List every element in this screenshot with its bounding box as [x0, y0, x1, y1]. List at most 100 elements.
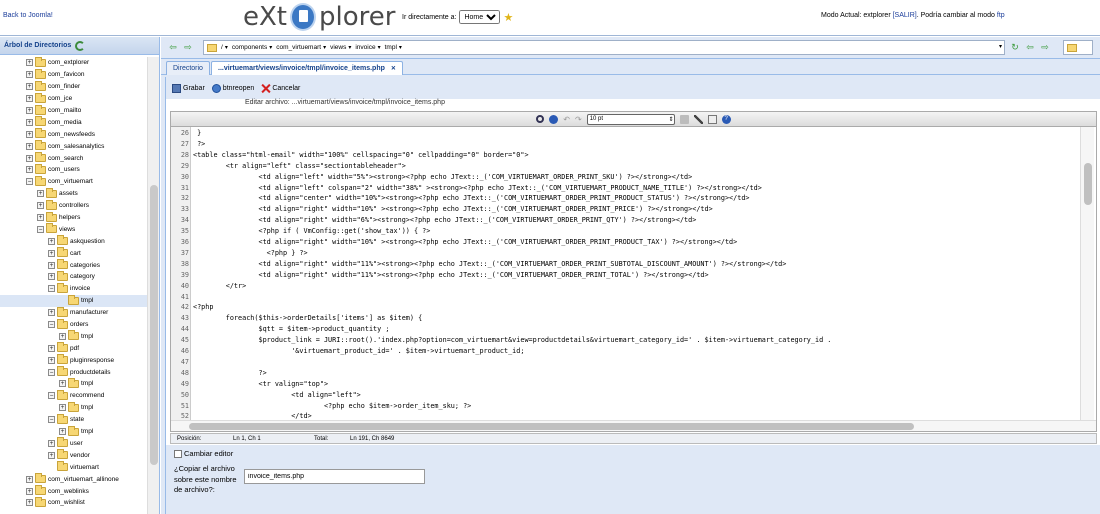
- goto-select[interactable]: Home: [459, 10, 501, 24]
- tree-item[interactable]: − state: [0, 413, 147, 426]
- tree-item[interactable]: − com_virtuemart: [0, 175, 147, 188]
- tree-item[interactable]: + pdf: [0, 342, 147, 354]
- collapse-icon[interactable]: −: [48, 285, 55, 293]
- expand-icon[interactable]: +: [26, 130, 33, 138]
- tree-item[interactable]: + com_media: [0, 116, 147, 128]
- tree-item[interactable]: + helpers: [0, 211, 147, 224]
- expand-icon[interactable]: +: [48, 439, 55, 447]
- tree-item[interactable]: + com_jce: [0, 92, 147, 105]
- collapse-icon[interactable]: −: [48, 416, 55, 424]
- reload-icon[interactable]: ↻: [1009, 42, 1021, 52]
- expand-icon[interactable]: +: [26, 475, 33, 483]
- tree-scroll-thumb[interactable]: [150, 185, 158, 465]
- tree-item[interactable]: + com_favicon: [0, 68, 147, 81]
- edit-pen-icon[interactable]: [693, 114, 703, 124]
- expand-icon[interactable]: +: [26, 499, 33, 507]
- collapse-icon[interactable]: −: [26, 178, 33, 186]
- expand-icon[interactable]: +: [26, 59, 33, 67]
- collapse-icon[interactable]: −: [48, 368, 55, 376]
- tree-item[interactable]: + tmpl: [0, 330, 147, 342]
- tree-item[interactable]: + categories: [0, 259, 147, 271]
- code-hscroll-thumb[interactable]: [189, 423, 914, 430]
- expand-icon[interactable]: +: [48, 344, 55, 352]
- collapse-icon[interactable]: −: [37, 225, 44, 233]
- expand-icon[interactable]: +: [48, 249, 55, 257]
- cancel-button[interactable]: Cancelar: [259, 83, 302, 94]
- tree-item[interactable]: + askquestion: [0, 235, 147, 247]
- tree-item[interactable]: + com_extplorer: [0, 57, 147, 69]
- tree-item[interactable]: + com_salesanalytics: [0, 140, 147, 152]
- expand-icon[interactable]: +: [26, 166, 33, 174]
- tree-item[interactable]: + com_newsfeeds: [0, 128, 147, 140]
- tree-item[interactable]: + manufacturer: [0, 306, 147, 319]
- expand-icon[interactable]: +: [26, 107, 33, 114]
- forward-arrow-icon[interactable]: ⇨: [182, 42, 194, 52]
- expand-icon[interactable]: +: [59, 404, 66, 412]
- expand-icon[interactable]: +: [48, 273, 55, 281]
- chevron-down-icon[interactable]: ▾: [378, 44, 381, 51]
- expand-icon[interactable]: +: [26, 95, 33, 103]
- tree-item[interactable]: + assets: [0, 187, 147, 200]
- goto-line-icon[interactable]: [549, 114, 559, 124]
- code-vertical-scrollbar[interactable]: [1080, 127, 1094, 420]
- tree-item[interactable]: + com_wishlist: [0, 496, 147, 509]
- tree-item[interactable]: + com_users: [0, 163, 147, 176]
- collapse-icon[interactable]: −: [48, 321, 55, 329]
- expand-icon[interactable]: +: [26, 154, 33, 162]
- tree-item[interactable]: + com_virtuemart_allinone: [0, 473, 147, 485]
- tree-item[interactable]: + com_weblinks: [0, 485, 147, 497]
- path-segment[interactable]: / ▾: [221, 44, 228, 51]
- chevron-down-icon[interactable]: ▾: [348, 44, 351, 51]
- tree-item[interactable]: + category: [0, 270, 147, 283]
- tree-item[interactable]: + pluginresponse: [0, 354, 147, 366]
- tree-item[interactable]: virtuemart: [0, 461, 147, 473]
- tree-item[interactable]: − views: [0, 223, 147, 235]
- save-button[interactable]: Grabar: [170, 83, 207, 94]
- tree-item[interactable]: + com_finder: [0, 80, 147, 93]
- back-arrow-icon[interactable]: ⇦: [1024, 42, 1036, 52]
- reset-icon[interactable]: [707, 114, 717, 124]
- tree-item[interactable]: − productdetails: [0, 366, 147, 378]
- expand-icon[interactable]: +: [48, 451, 55, 459]
- redo-icon[interactable]: ↷: [575, 115, 582, 124]
- code-textarea[interactable]: 26 } 27 ?> 28 <table class="html-email" wid…: [171, 127, 1096, 420]
- tab-invoice-items[interactable]: ...virtuemart/views/invoice/tmpl/invoice…: [211, 61, 403, 75]
- highlight-toggle-icon[interactable]: [679, 114, 689, 124]
- chevron-down-icon[interactable]: ▾: [399, 44, 402, 51]
- tree-item[interactable]: + tmpl: [0, 425, 147, 438]
- tree-item[interactable]: tmpl: [0, 294, 147, 307]
- expand-icon[interactable]: +: [48, 237, 55, 245]
- path-segment[interactable]: tmpl ▾: [385, 44, 402, 51]
- tree-item[interactable]: − recommend: [0, 389, 147, 402]
- expand-icon[interactable]: +: [26, 118, 33, 126]
- expand-icon[interactable]: +: [26, 71, 33, 79]
- tree-scrollbar[interactable]: [147, 57, 159, 514]
- close-tab-icon[interactable]: ✕: [391, 65, 396, 72]
- expand-icon[interactable]: +: [48, 261, 55, 269]
- undo-icon[interactable]: ↶: [563, 115, 570, 124]
- tree-item[interactable]: + user: [0, 437, 147, 450]
- change-editor-checkbox[interactable]: [174, 449, 182, 458]
- refresh-tree-icon[interactable]: [75, 40, 86, 51]
- tab-directory[interactable]: Directorio: [166, 61, 210, 75]
- bookmark-star-icon[interactable]: ★: [503, 11, 513, 24]
- chevron-down-icon[interactable]: ▾: [225, 44, 228, 51]
- ftp-mode-link[interactable]: ftp: [997, 12, 1005, 19]
- expand-icon[interactable]: +: [48, 309, 55, 317]
- path-segment[interactable]: invoice ▾: [355, 44, 380, 51]
- logout-link[interactable]: [SALIR]: [893, 12, 917, 19]
- expand-icon[interactable]: +: [48, 356, 55, 364]
- tree-item[interactable]: − invoice: [0, 282, 147, 295]
- expand-icon[interactable]: +: [37, 214, 44, 222]
- chevron-down-icon[interactable]: ▾: [269, 44, 272, 51]
- font-size-select[interactable]: 10 pt ⇕: [586, 113, 675, 125]
- path-dropdown-icon[interactable]: ▾: [999, 43, 1002, 50]
- expand-icon[interactable]: +: [37, 202, 44, 210]
- forward-arrow-icon[interactable]: ⇨: [1039, 42, 1051, 52]
- path-segment[interactable]: components ▾: [232, 44, 272, 51]
- tree-item[interactable]: + controllers: [0, 199, 147, 212]
- code-vscroll-thumb[interactable]: [1084, 163, 1092, 205]
- expand-icon[interactable]: +: [37, 190, 44, 198]
- path-segment[interactable]: views ▾: [330, 44, 351, 51]
- tree-item[interactable]: + cart: [0, 247, 147, 259]
